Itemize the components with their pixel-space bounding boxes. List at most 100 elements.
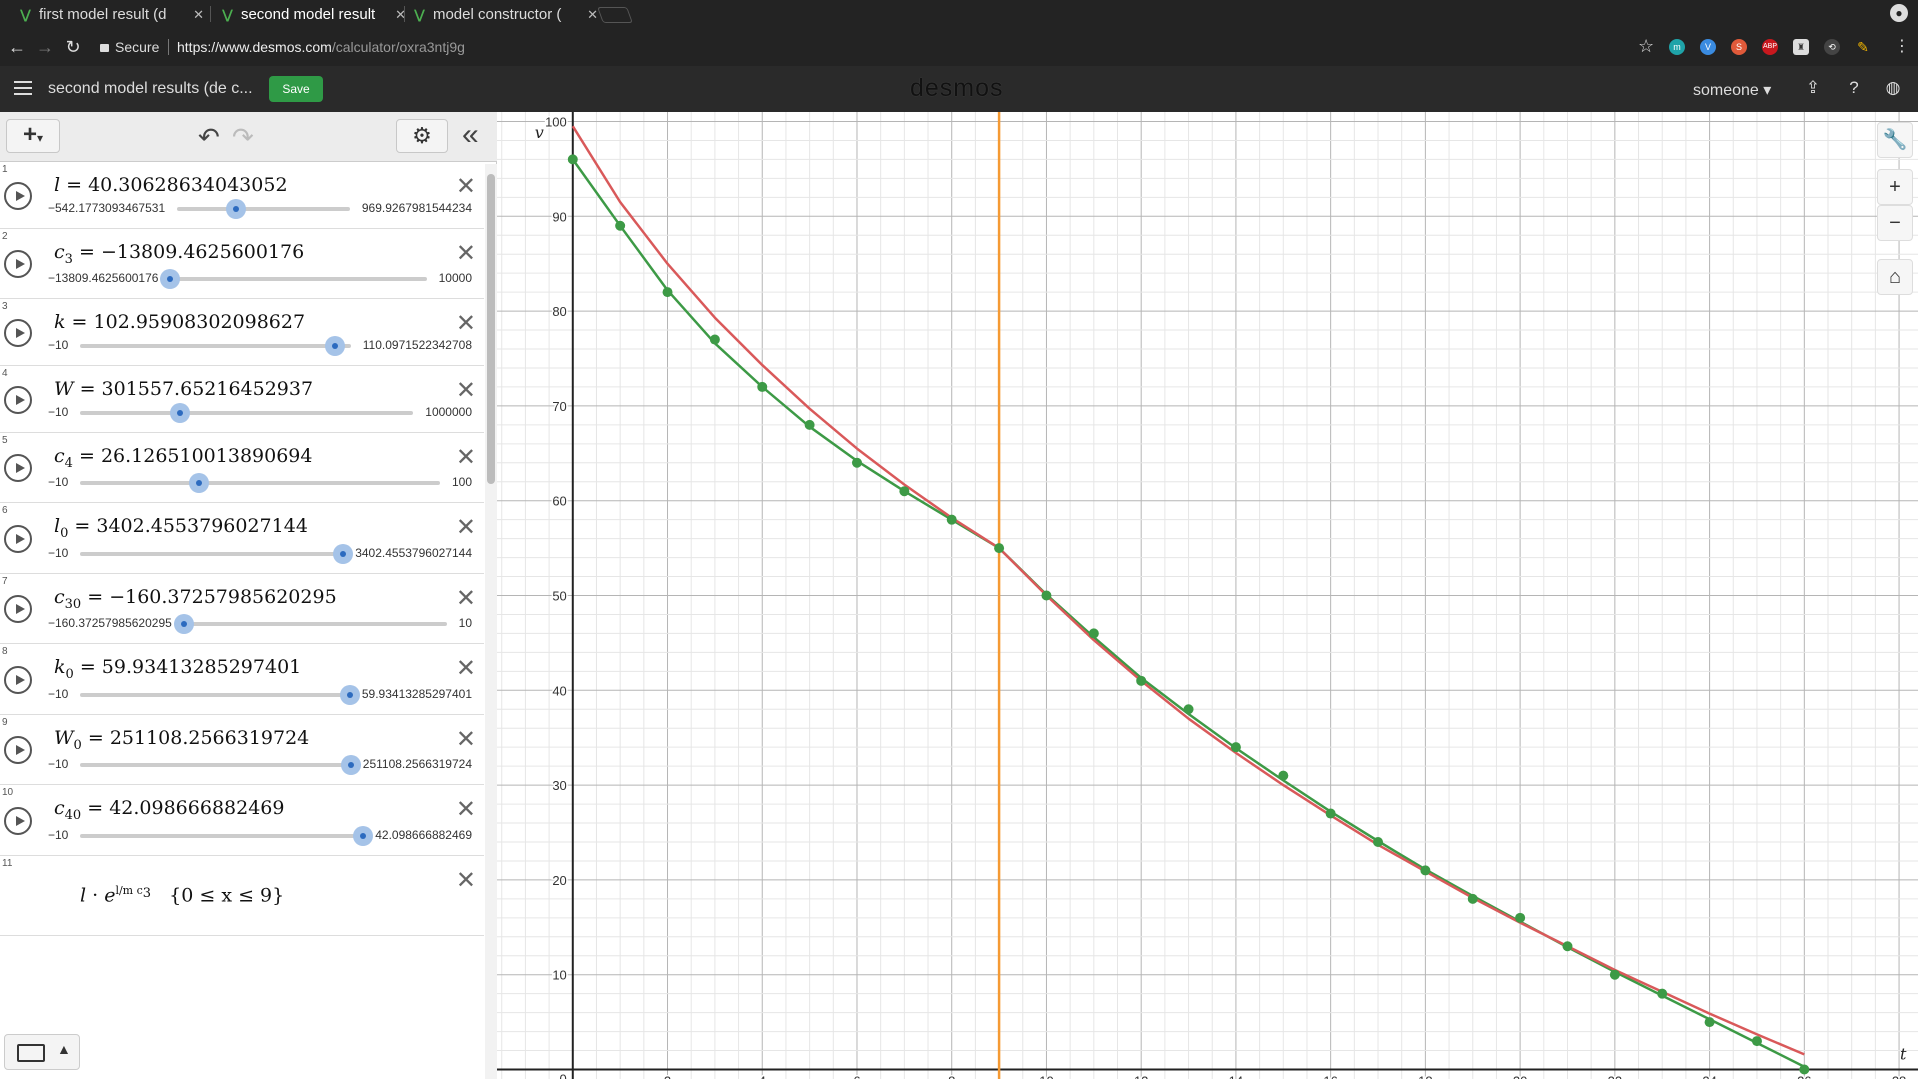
slider-max[interactable]: 10000 — [439, 271, 472, 285]
slider-min[interactable]: −13809.4625600176 — [48, 271, 158, 285]
close-icon[interactable]: ✕ — [587, 7, 598, 23]
slider-max[interactable]: 110.0971522342708 — [363, 338, 472, 352]
slider-max[interactable]: 10 — [459, 616, 472, 630]
delete-expression-icon[interactable]: ✕ — [456, 795, 476, 824]
slider-handle[interactable] — [353, 826, 374, 846]
slider-min[interactable]: −160.37257985620295 — [48, 616, 172, 630]
delete-expression-icon[interactable]: ✕ — [456, 654, 476, 683]
expression-formula[interactable]: W0 = 251108.2566319724 — [54, 727, 309, 753]
scrollbar-thumb[interactable] — [487, 174, 495, 484]
help-icon[interactable]: ? — [1843, 77, 1865, 99]
slider-min[interactable]: −10 — [48, 405, 68, 419]
expression-formula[interactable]: c4 = 26.126510013890694 — [54, 445, 312, 471]
zoom-out-button[interactable]: − — [1877, 205, 1913, 241]
slider-track[interactable] — [177, 199, 350, 219]
slider-min[interactable]: −10 — [48, 687, 68, 701]
collapse-list-icon[interactable]: « — [462, 118, 479, 152]
hamburger-menu-icon[interactable] — [14, 81, 32, 95]
piecewise-formula[interactable]: l · el/m c3 {0 ≤ x ≤ 9} — [80, 884, 284, 906]
slider-max[interactable]: 969.9267981544234 — [362, 201, 472, 215]
delete-expression-icon[interactable]: ✕ — [456, 513, 476, 542]
slider-handle[interactable] — [339, 685, 360, 705]
zoom-in-button[interactable]: + — [1877, 169, 1913, 205]
wrench-icon[interactable]: 🔧 — [1877, 122, 1913, 158]
slider-min[interactable]: −10 — [48, 757, 68, 771]
play-slider-icon[interactable] — [4, 666, 32, 694]
gear-icon[interactable]: ⚙ — [396, 119, 448, 153]
expression-row-piecewise[interactable]: 11 l · el/m c3 {0 ≤ x ≤ 9} ✕ — [0, 856, 484, 936]
extension-m-icon[interactable]: m — [1669, 39, 1685, 55]
slider-max[interactable]: 3402.4553796027144 — [355, 546, 472, 560]
forward-arrow-icon[interactable]: → — [34, 36, 56, 58]
profile-icon[interactable]: ● — [1890, 4, 1908, 22]
expression-row[interactable]: 6 l0 = 3402.4553796027144 ✕ −10 3402.4553796… — [0, 503, 484, 574]
expression-row[interactable]: 5 c4 = 26.126510013890694 ✕ −10 100 — [0, 433, 484, 503]
delete-expression-icon[interactable]: ✕ — [456, 239, 476, 268]
slider-handle[interactable] — [160, 269, 181, 289]
back-arrow-icon[interactable]: ← — [6, 36, 28, 58]
slider-handle[interactable] — [173, 614, 194, 634]
expression-row[interactable]: 3 k = 102.95908302098627 ✕ −10 110.097152234… — [0, 299, 484, 366]
tab-model-constructor[interactable]: ⋁ model constructor ( ✕ — [406, 1, 606, 28]
slider-min[interactable]: −10 — [48, 546, 68, 560]
slider-track[interactable] — [80, 403, 414, 423]
extension-s-icon[interactable]: S — [1731, 39, 1747, 55]
extension-v-icon[interactable]: V — [1700, 39, 1716, 55]
extension-shield-icon[interactable]: ♜ — [1793, 39, 1809, 55]
play-slider-icon[interactable] — [4, 595, 32, 623]
slider-handle[interactable] — [333, 544, 354, 564]
slider-min[interactable]: −542.1773093467531 — [48, 201, 165, 215]
slider-handle[interactable] — [170, 403, 191, 423]
expression-row[interactable]: 2 c3 = −13809.4625600176 ✕ −13809.462560017… — [0, 229, 484, 299]
user-menu[interactable]: someone ▾ — [1693, 80, 1771, 100]
adblock-icon[interactable]: ABP — [1762, 39, 1778, 55]
home-icon[interactable]: ⌂ — [1877, 259, 1913, 295]
save-button[interactable]: Save — [269, 76, 323, 102]
keypad-toggle-button[interactable]: ▲ — [4, 1034, 80, 1070]
expression-row[interactable]: 8 k0 = 59.93413285297401 ✕ −10 59.9341328529… — [0, 644, 484, 715]
expression-row[interactable]: 9 W0 = 251108.2566319724 ✕ −10 251108.256631… — [0, 715, 484, 785]
redo-icon[interactable]: ↷ — [232, 122, 254, 153]
play-slider-icon[interactable] — [4, 807, 32, 835]
url-field[interactable]: https://www.desmos.com/calculator/oxra3n… — [177, 39, 465, 55]
expression-row[interactable]: 7 c30 = −160.37257985620295 ✕ −160.37257985… — [0, 574, 484, 644]
delete-expression-icon[interactable]: ✕ — [456, 584, 476, 613]
reload-icon[interactable]: ↻ — [62, 36, 84, 58]
slider-handle[interactable] — [189, 473, 210, 493]
delete-expression-icon[interactable]: ✕ — [456, 376, 476, 405]
add-item-button[interactable]: +▾ — [6, 119, 60, 153]
slider-track[interactable] — [80, 685, 360, 705]
play-slider-icon[interactable] — [4, 386, 32, 414]
tab-second-model-result[interactable]: ⋁ second model result ✕ — [214, 1, 414, 28]
slider-track[interactable] — [80, 336, 351, 356]
slider-track[interactable] — [80, 473, 440, 493]
play-slider-icon[interactable] — [4, 319, 32, 347]
slider-max[interactable]: 100 — [452, 475, 472, 489]
expression-scrollbar[interactable] — [485, 164, 497, 1079]
delete-expression-icon[interactable]: ✕ — [456, 172, 476, 201]
extension-sync-icon[interactable]: ⟲ — [1824, 39, 1840, 55]
play-slider-icon[interactable] — [4, 454, 32, 482]
graph-svg[interactable]: 2468101214161820222426280102030405060708… — [497, 112, 1918, 1079]
new-tab-button[interactable] — [597, 7, 633, 23]
expression-formula[interactable]: k = 102.95908302098627 — [54, 311, 305, 333]
slider-max[interactable]: 42.098666882469 — [375, 828, 472, 842]
play-slider-icon[interactable] — [4, 250, 32, 278]
expression-row[interactable]: 1 l = 40.30628634043052 ✕ −542.177309346753… — [0, 162, 484, 229]
slider-min[interactable]: −10 — [48, 338, 68, 352]
expression-formula[interactable]: W = 301557.65216452937 — [54, 378, 313, 400]
slider-track[interactable] — [80, 826, 374, 846]
expression-formula[interactable]: c3 = −13809.4625600176 — [54, 241, 304, 267]
slider-track[interactable] — [80, 755, 361, 775]
graph-paper[interactable]: 2468101214161820222426280102030405060708… — [497, 112, 1918, 1079]
slider-min[interactable]: −10 — [48, 828, 68, 842]
bookmark-star-icon[interactable]: ☆ — [1638, 36, 1654, 57]
play-slider-icon[interactable] — [4, 736, 32, 764]
slider-handle[interactable] — [225, 199, 246, 219]
expression-row[interactable]: 10 c40 = 42.098666882469 ✕ −10 42.0986668824… — [0, 785, 484, 856]
delete-expression-icon[interactable]: ✕ — [456, 443, 476, 472]
graph-title[interactable]: second model results (de c... — [48, 80, 253, 98]
expression-row[interactable]: 4 W = 301557.65216452937 ✕ −10 1000000 — [0, 366, 484, 433]
expression-formula[interactable]: l = 40.30628634043052 — [54, 174, 288, 196]
delete-expression-icon[interactable]: ✕ — [456, 866, 476, 895]
